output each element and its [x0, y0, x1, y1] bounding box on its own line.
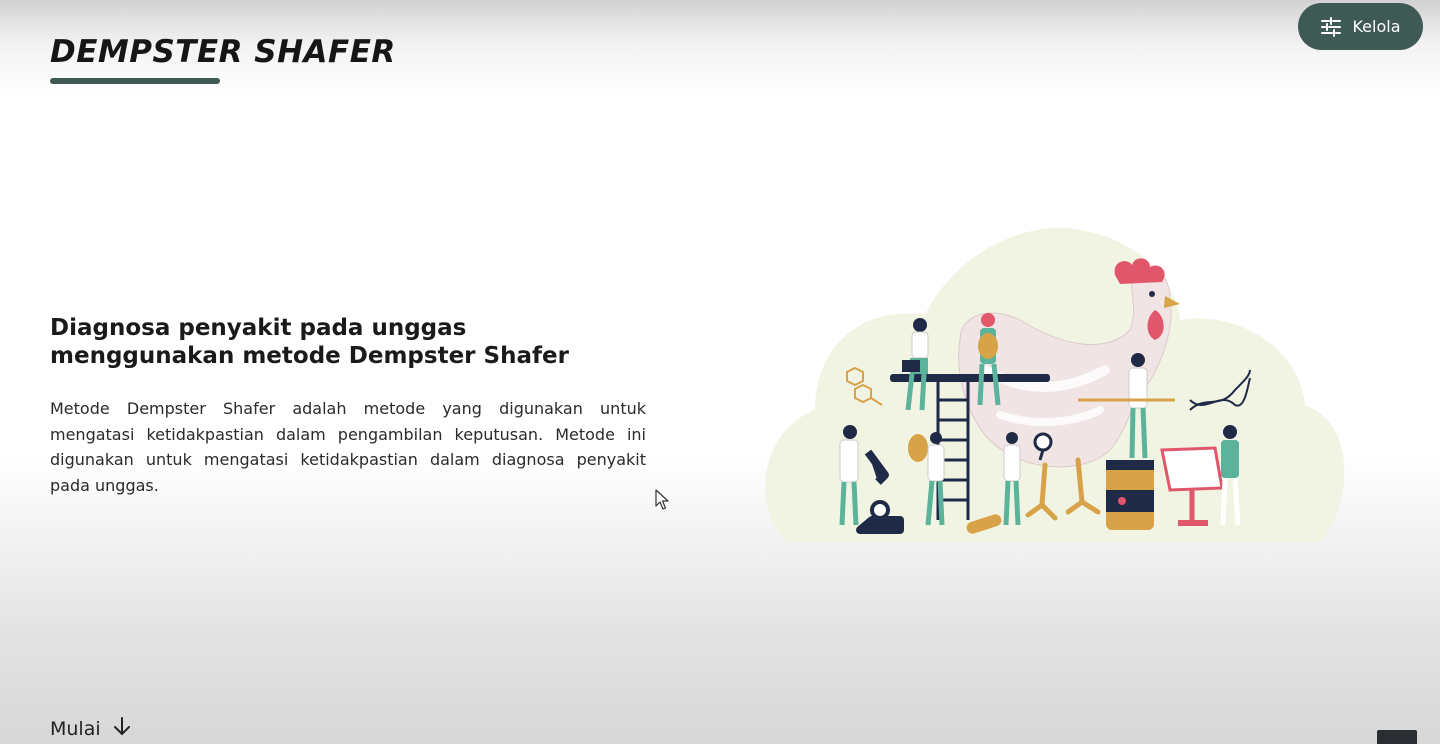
arrow-down-icon — [113, 716, 131, 741]
start-button[interactable]: Mulai — [50, 716, 131, 741]
hero-description: Metode Dempster Shafer adalah metode yan… — [50, 399, 646, 495]
brand-underline — [50, 78, 220, 84]
hero-title: Diagnosa penyakit pada unggas menggunaka… — [50, 315, 569, 369]
hero-section: Diagnosa penyakit pada unggas menggunaka… — [50, 314, 646, 498]
corner-widget[interactable] — [1377, 730, 1417, 744]
mouse-cursor-icon — [655, 489, 669, 515]
start-button-label: Mulai — [50, 717, 101, 740]
brand-title: DEMPSTER SHAFER — [50, 34, 396, 70]
chicken-comb — [1114, 258, 1165, 284]
sliders-icon — [1320, 16, 1342, 37]
magnifier — [1033, 432, 1053, 452]
brand: DEMPSTER SHAFER — [50, 34, 396, 84]
poultry-lab-illustration — [760, 220, 1350, 554]
monitor — [1160, 446, 1224, 492]
kelola-button-label: Kelola — [1352, 17, 1401, 36]
kelola-button[interactable]: Kelola — [1298, 3, 1423, 50]
